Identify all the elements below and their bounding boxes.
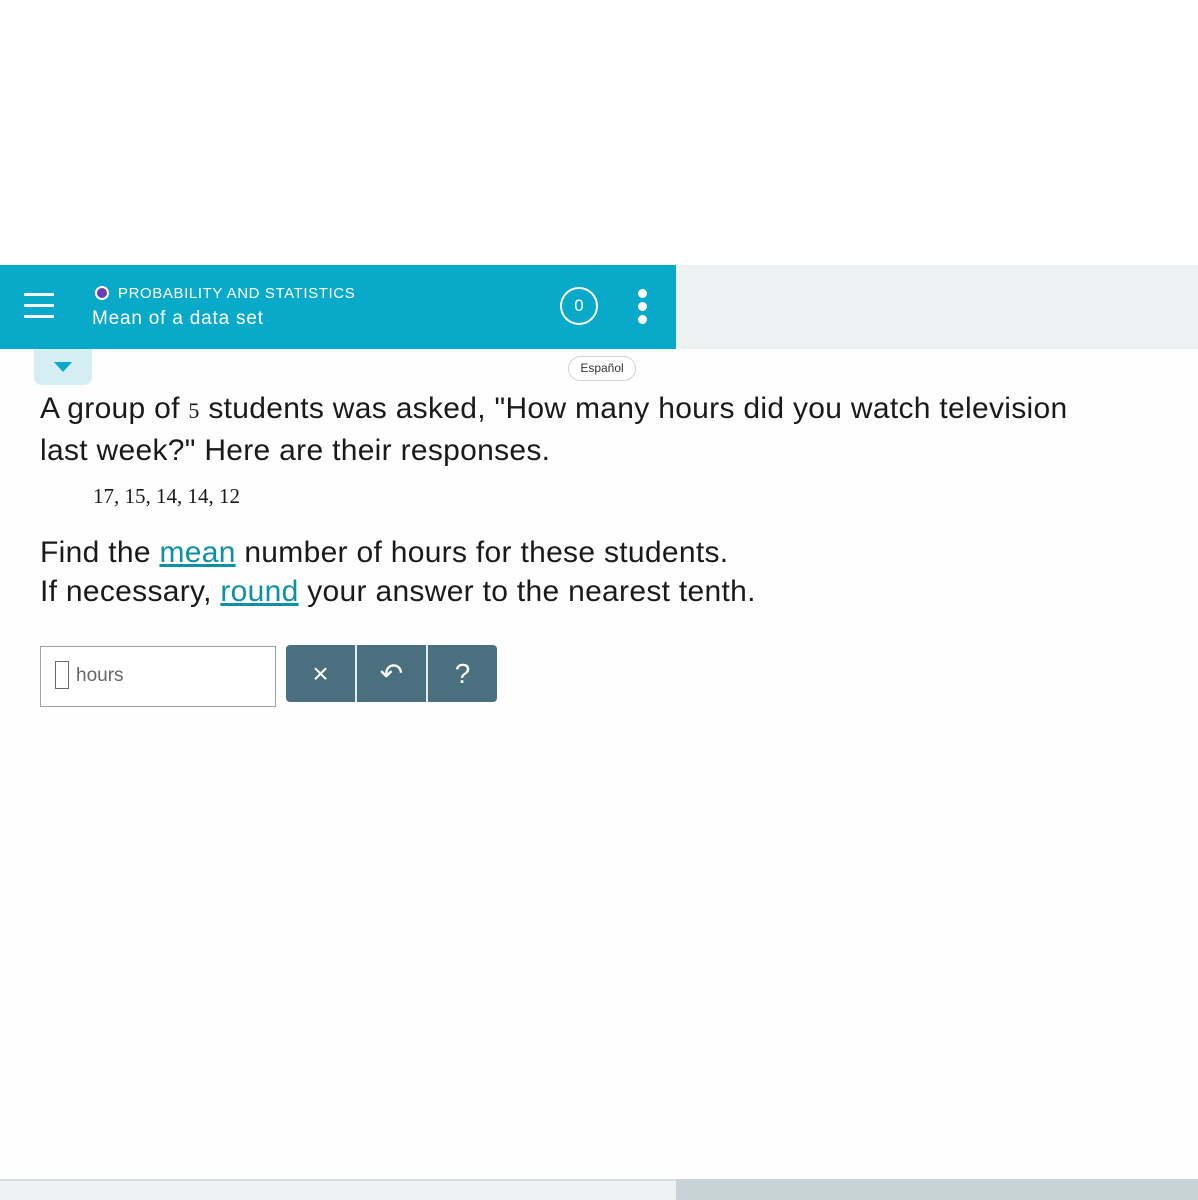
question-text-line2: last week?" Here are their responses. (40, 434, 551, 467)
answer-toolbar: × ↶ ? (286, 645, 497, 702)
bottom-bar (0, 1179, 676, 1200)
round-definition-link[interactable]: round (220, 575, 298, 608)
header-extension (676, 265, 1198, 349)
data-values: 17, 15, 14, 14, 12 (93, 484, 240, 508)
expand-dropdown-tab[interactable] (34, 349, 92, 385)
mean-definition-link[interactable]: mean (159, 536, 235, 569)
caret-down-icon (54, 362, 72, 372)
blank-top-area (0, 0, 1198, 265)
lesson-title: Mean of a data set (92, 308, 264, 329)
bottom-bar-extension (676, 1179, 1198, 1200)
question-text-part2: students was asked, "How many hours did … (199, 392, 1068, 425)
question-text: A group of 5 students was asked, "How ma… (40, 389, 1198, 471)
topic-status-dot-icon (95, 286, 109, 300)
instruction-line1-after: number of hours for these students. (235, 536, 729, 569)
topic-row: PROBABILITY AND STATISTICS (95, 284, 355, 302)
answer-unit-label: hours (76, 665, 124, 686)
hamburger-icon[interactable] (24, 293, 54, 319)
kebab-menu-icon[interactable] (636, 289, 650, 325)
question-text-part1: A group of (40, 392, 189, 425)
student-count: 5 (188, 398, 200, 423)
instruction-line2-before: If necessary, (40, 575, 221, 608)
instruction-line2-after: your answer to the nearest tenth. (298, 575, 756, 608)
score-counter[interactable]: 0 (560, 287, 598, 325)
answer-input[interactable]: hours (40, 646, 276, 707)
answer-entry-slot[interactable] (55, 661, 69, 689)
language-toggle-button[interactable]: Español (568, 356, 636, 381)
undo-button[interactable]: ↶ (357, 645, 428, 702)
topic-label: PROBABILITY AND STATISTICS (118, 284, 356, 302)
help-button[interactable]: ? (428, 645, 497, 702)
clear-button[interactable]: × (286, 645, 357, 702)
instruction-text: Find the mean number of hours for these … (40, 533, 1140, 611)
instruction-line1-before: Find the (40, 536, 160, 569)
